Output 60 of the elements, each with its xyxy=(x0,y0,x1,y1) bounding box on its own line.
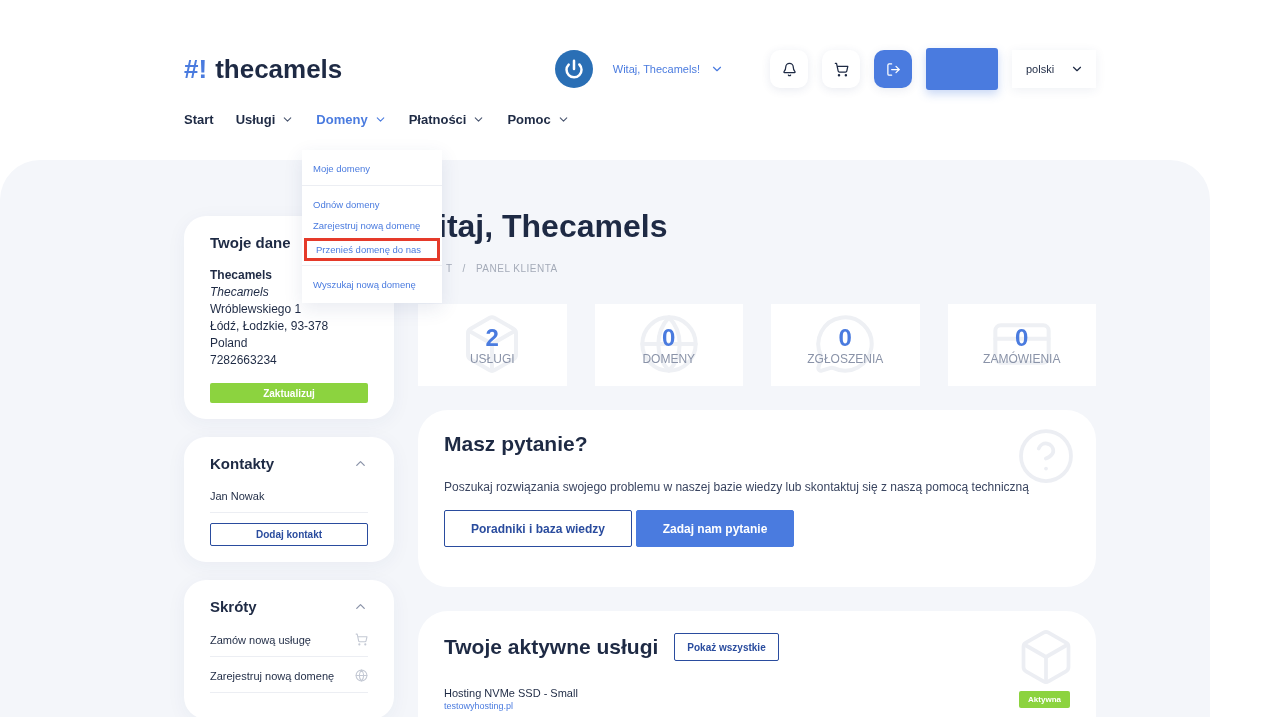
nav-item[interactable]: Płatności xyxy=(408,110,486,128)
menu-item[interactable]: Wyszukaj nową domenę xyxy=(302,276,442,293)
stat-label: ZGŁOSZENIA xyxy=(807,352,884,366)
cart-icon xyxy=(355,633,368,646)
cart-icon xyxy=(833,61,849,77)
stat-value: 0 xyxy=(662,324,676,352)
menu-item[interactable]: Zarejestruj nową domenę xyxy=(302,217,442,234)
globe-icon xyxy=(355,669,368,682)
menu-item[interactable]: Przenieś domenę do nas xyxy=(304,238,440,261)
stat-card[interactable]: 2 USŁUGI xyxy=(418,304,567,386)
show-all-button[interactable]: Pokaż wszystkie xyxy=(674,633,779,661)
client-name: Thecamels xyxy=(210,267,273,284)
company-name: Thecamels xyxy=(210,284,269,301)
address-line: 7282663234 xyxy=(210,352,277,369)
contact-name[interactable]: Jan Nowak xyxy=(210,490,265,502)
nav-item[interactable]: Start xyxy=(184,110,214,128)
nav-item[interactable]: Usługi xyxy=(235,110,295,128)
card-title: Skróty xyxy=(210,598,257,615)
stat-card[interactable]: 0 ZGŁOSZENIA xyxy=(771,304,920,386)
notifications-button[interactable] xyxy=(770,50,808,88)
cart-button[interactable] xyxy=(822,50,860,88)
address-line: Łódź, Łodzkie, 93-378 xyxy=(210,318,329,335)
status-badge: Aktywna xyxy=(1019,690,1070,708)
bell-icon xyxy=(781,61,797,77)
service-domain-link[interactable]: testowyhosting.pl xyxy=(444,701,578,711)
logout-icon xyxy=(885,61,901,77)
knowledge-base-button[interactable]: Poradniki i baza wiedzy xyxy=(444,510,632,547)
stat-value: 0 xyxy=(1015,324,1029,351)
address-line: Poland xyxy=(210,335,248,352)
shortcut-link[interactable]: Zamów nową usługę xyxy=(210,633,311,646)
stat-label: ZAMÓWIENIA xyxy=(983,352,1061,366)
stat-card[interactable]: 0 ZAMÓWIENIA xyxy=(947,304,1096,386)
panel-title: Twoje aktywne usługi xyxy=(444,635,659,659)
breadcrumb-item[interactable]: T xyxy=(446,263,453,274)
stat-label: DOMENY xyxy=(642,352,696,366)
nav-item[interactable]: Pomoc xyxy=(507,110,570,128)
logo-text: thecamels xyxy=(215,53,343,85)
card-title: Kontakty xyxy=(210,455,275,472)
stat-value: 2 xyxy=(485,324,499,352)
menu-item[interactable]: Odnów domeny xyxy=(302,196,442,213)
card-title: Twoje dane xyxy=(210,234,291,251)
breadcrumb-separator: / xyxy=(462,263,466,274)
nav-item[interactable]: Domeny xyxy=(316,110,387,128)
logout-button[interactable] xyxy=(874,50,912,88)
stat-card[interactable]: 0 DOMENY xyxy=(594,304,743,386)
address-line: Wróblewskiego 1 xyxy=(210,301,302,318)
user-menu[interactable]: Witaj, Thecamels! xyxy=(606,61,730,77)
breadcrumb-item: PANEL KLIENTA xyxy=(475,263,558,274)
panel-title: Masz pytanie? xyxy=(444,432,589,456)
menu-item[interactable]: Moje domeny xyxy=(302,160,442,177)
language-select[interactable]: polski xyxy=(1012,50,1096,88)
power-icon xyxy=(563,59,584,79)
stat-value: 0 xyxy=(838,324,852,352)
ask-button[interactable]: Zadaj nam pytanie xyxy=(636,510,794,547)
shortcut-link[interactable]: Zarejestruj nową domenę xyxy=(210,669,335,682)
stat-label: USŁUGI xyxy=(469,352,515,366)
panel-text: Poszukaj rozwiązania swojego problemu w naszej bazie wiedzy lub skontaktuj się z naszą pomocą techniczną xyxy=(444,480,1030,494)
add-contact-button[interactable]: Dodaj kontakt xyxy=(210,523,368,546)
service-name: Hosting NVMe SSD - Small xyxy=(444,687,578,699)
logo-mark: #! xyxy=(184,53,208,85)
